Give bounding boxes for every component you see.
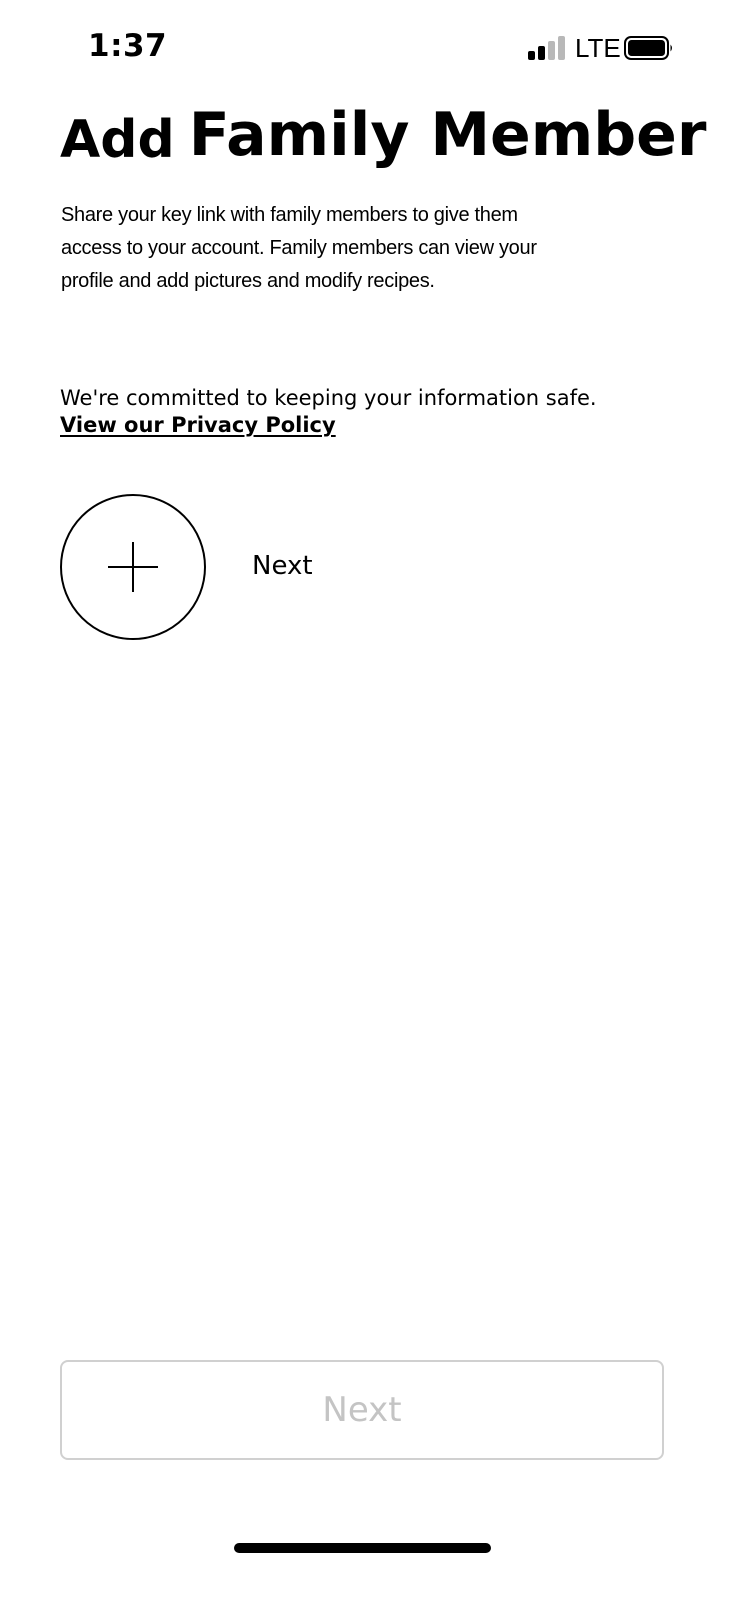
signal-bar bbox=[528, 51, 535, 60]
add-member-label[interactable]: Next bbox=[252, 551, 313, 581]
plus-icon bbox=[108, 542, 158, 592]
signal-bar bbox=[548, 41, 555, 60]
page-title-part1: Add bbox=[60, 110, 175, 170]
signal-bar bbox=[558, 36, 565, 60]
description-text: Share your key link with family members … bbox=[61, 204, 537, 292]
network-type: LTE bbox=[575, 33, 621, 63]
signal-bar bbox=[538, 46, 545, 60]
cellular-signal-icon bbox=[528, 36, 568, 60]
page-title: Add Family Member bbox=[60, 100, 706, 170]
page-title-part2: Family Member bbox=[188, 100, 707, 170]
battery-full-icon bbox=[624, 36, 674, 60]
next-button[interactable]: Next bbox=[60, 1360, 664, 1460]
privacy-policy-link[interactable]: View our Privacy Policy bbox=[60, 413, 336, 437]
home-indicator[interactable] bbox=[234, 1543, 491, 1553]
privacy-note: We're committed to keeping your informat… bbox=[60, 386, 597, 410]
add-member-button[interactable] bbox=[60, 494, 206, 640]
status-time: 1:37 bbox=[88, 28, 168, 64]
status-bar: 1:37 LTE bbox=[0, 0, 738, 100]
